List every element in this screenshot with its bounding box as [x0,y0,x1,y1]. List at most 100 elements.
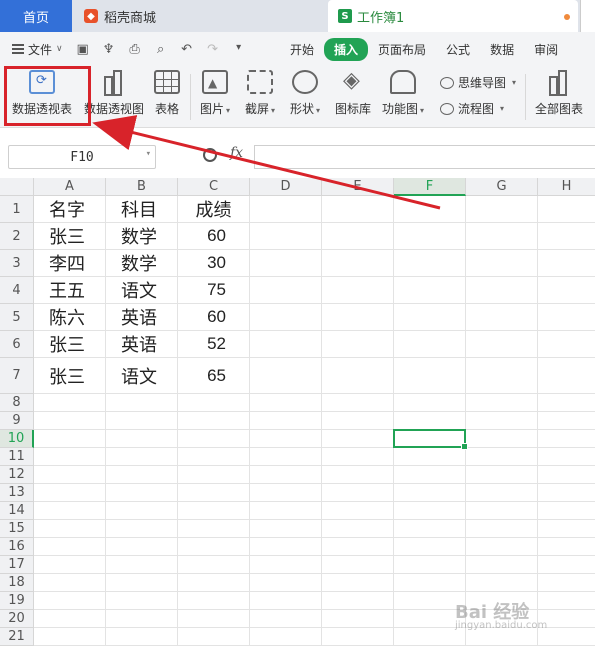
cell-f1[interactable] [394,196,466,223]
cell-a19[interactable] [34,592,106,610]
select-all-corner[interactable] [0,178,34,196]
cell-h12[interactable] [538,466,595,484]
cell-f14[interactable] [394,502,466,520]
row-header-20[interactable]: 20 [0,610,34,628]
redo-icon[interactable]: ↷ [205,42,221,57]
cell-g12[interactable] [466,466,538,484]
cell-c12[interactable] [178,466,250,484]
cell-h13[interactable] [538,484,595,502]
cell-e21[interactable] [322,628,394,646]
cell-a1[interactable]: 名字 [34,196,106,223]
cell-c11[interactable] [178,448,250,466]
cell-h3[interactable] [538,250,595,277]
cell-d9[interactable] [250,412,322,430]
cell-a18[interactable] [34,574,106,592]
cell-g4[interactable] [466,277,538,304]
row-header-12[interactable]: 12 [0,466,34,484]
cell-b6[interactable]: 英语 [106,331,178,358]
cell-d4[interactable] [250,277,322,304]
cell-f5[interactable] [394,304,466,331]
cell-d19[interactable] [250,592,322,610]
cell-e20[interactable] [322,610,394,628]
cell-c16[interactable] [178,538,250,556]
row-header-15[interactable]: 15 [0,520,34,538]
cell-c5[interactable]: 60 [178,304,250,331]
cell-e7[interactable] [322,358,394,394]
column-header-d[interactable]: D [250,178,322,196]
row-header-1[interactable]: 1 [0,196,34,223]
column-header-f[interactable]: F [394,178,466,196]
cell-h7[interactable] [538,358,595,394]
row-header-8[interactable]: 8 [0,394,34,412]
cell-a2[interactable]: 张三 [34,223,106,250]
cell-f6[interactable] [394,331,466,358]
cell-f12[interactable] [394,466,466,484]
cell-c13[interactable] [178,484,250,502]
row-header-9[interactable]: 9 [0,412,34,430]
row-header-2[interactable]: 2 [0,223,34,250]
cell-a13[interactable] [34,484,106,502]
cell-e12[interactable] [322,466,394,484]
cell-b10[interactable] [106,430,178,448]
cell-e1[interactable] [322,196,394,223]
cell-g1[interactable] [466,196,538,223]
cell-e11[interactable] [322,448,394,466]
cell-a5[interactable]: 陈六 [34,304,106,331]
cell-h17[interactable] [538,556,595,574]
cell-c10[interactable] [178,430,250,448]
tab-workbook[interactable]: S 工作簿1 [328,0,578,32]
cell-e3[interactable] [322,250,394,277]
tab-store[interactable]: ◆ 稻壳商城 [72,0,327,32]
shape-button[interactable]: 形状 ▾ [290,70,320,117]
cell-b13[interactable] [106,484,178,502]
cell-f2[interactable] [394,223,466,250]
cell-e4[interactable] [322,277,394,304]
cell-d8[interactable] [250,394,322,412]
cell-a14[interactable] [34,502,106,520]
cell-g16[interactable] [466,538,538,556]
cell-d18[interactable] [250,574,322,592]
cell-f7[interactable] [394,358,466,394]
cell-b12[interactable] [106,466,178,484]
table-button[interactable]: 表格 [154,70,180,117]
cell-a21[interactable] [34,628,106,646]
cell-h14[interactable] [538,502,595,520]
cell-e5[interactable] [322,304,394,331]
cell-g18[interactable] [466,574,538,592]
cell-a3[interactable]: 李四 [34,250,106,277]
cell-d20[interactable] [250,610,322,628]
column-header-e[interactable]: E [322,178,394,196]
cell-g14[interactable] [466,502,538,520]
fx-icon[interactable]: fx [230,145,243,161]
cell-e13[interactable] [322,484,394,502]
cell-d6[interactable] [250,331,322,358]
cell-b16[interactable] [106,538,178,556]
cell-h9[interactable] [538,412,595,430]
cell-c7[interactable]: 65 [178,358,250,394]
column-header-g[interactable]: G [466,178,538,196]
cell-d10[interactable] [250,430,322,448]
cell-e15[interactable] [322,520,394,538]
cell-d3[interactable] [250,250,322,277]
row-header-18[interactable]: 18 [0,574,34,592]
cell-b11[interactable] [106,448,178,466]
cell-c18[interactable] [178,574,250,592]
cell-a4[interactable]: 王五 [34,277,106,304]
menu-page-layout[interactable]: 页面布局 [368,41,436,58]
cell-g11[interactable] [466,448,538,466]
cell-b8[interactable] [106,394,178,412]
column-header-a[interactable]: A [34,178,106,196]
function-chart-button[interactable]: 功能图 ▾ [382,70,424,117]
cell-f4[interactable] [394,277,466,304]
column-header-h[interactable]: H [538,178,595,196]
cell-g9[interactable] [466,412,538,430]
cell-b20[interactable] [106,610,178,628]
cell-e16[interactable] [322,538,394,556]
cell-b7[interactable]: 语文 [106,358,178,394]
cell-c3[interactable]: 30 [178,250,250,277]
cell-h19[interactable] [538,592,595,610]
cell-a7[interactable]: 张三 [34,358,106,394]
cell-h11[interactable] [538,448,595,466]
print-icon[interactable]: ⎙ [127,42,143,57]
tab-home[interactable]: 首页 [0,0,72,32]
